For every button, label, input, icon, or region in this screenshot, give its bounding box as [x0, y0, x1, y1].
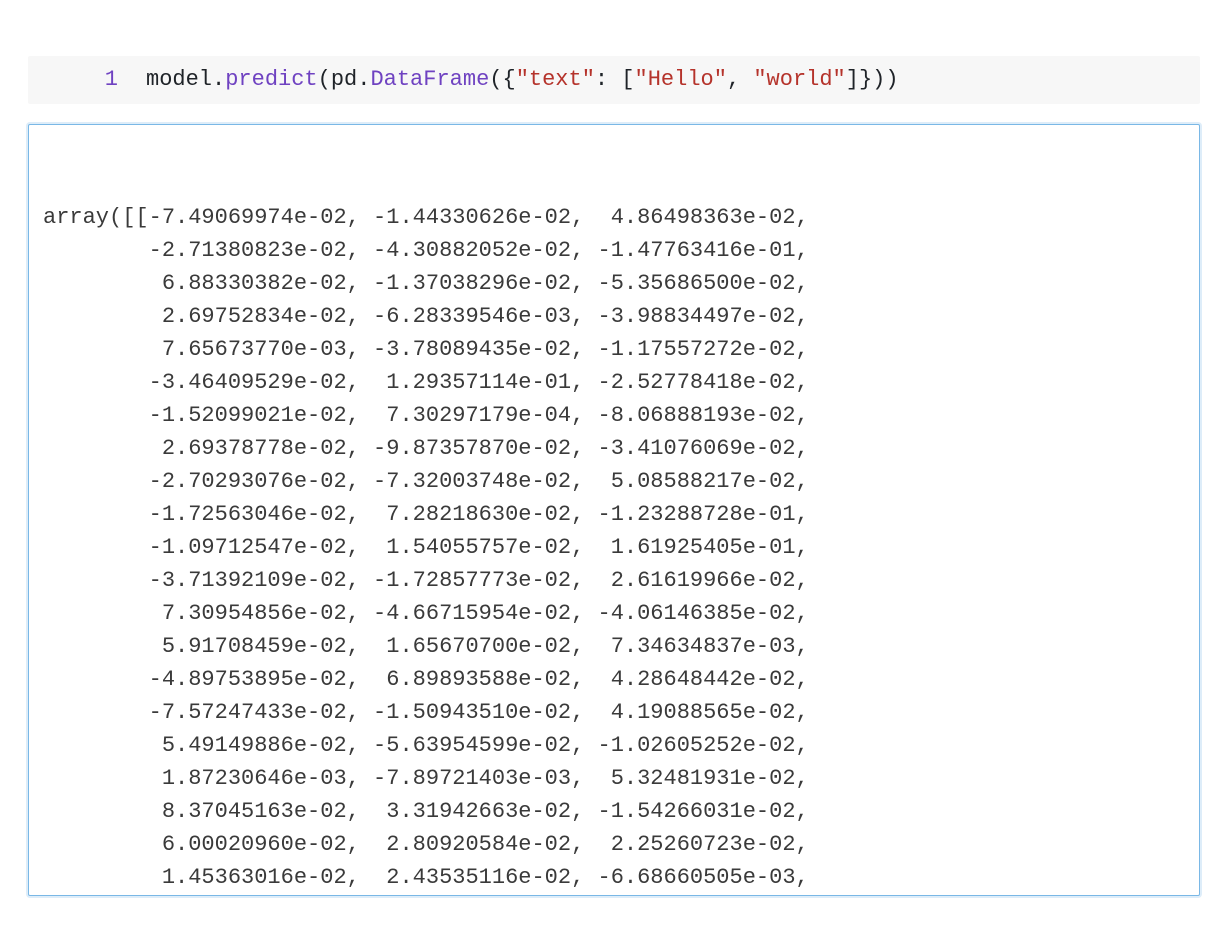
output-line: -1.52099021e-02, 7.30297179e-04, -8.0688… [43, 399, 1185, 432]
code-token: model. [146, 67, 225, 92]
code-token: predict [225, 67, 317, 92]
notebook-page: 1 model.predict(pd.DataFrame({"text": ["… [0, 0, 1228, 920]
output-line: -4.89753895e-02, 6.89893588e-02, 4.28648… [43, 663, 1185, 696]
output-line: 5.91708459e-02, 1.65670700e-02, 7.346348… [43, 630, 1185, 663]
code-token: ) [872, 67, 885, 92]
output-line: 7.30954856e-02, -4.66715954e-02, -4.0614… [43, 597, 1185, 630]
output-line: -3.46409529e-02, 1.29357114e-01, -2.5277… [43, 366, 1185, 399]
code-cell[interactable]: 1 model.predict(pd.DataFrame({"text": ["… [28, 56, 1200, 104]
code-token: ] [846, 67, 859, 92]
output-line: 2.69752834e-02, -6.28339546e-03, -3.9883… [43, 300, 1185, 333]
code-token: "world" [753, 67, 845, 92]
code-line[interactable]: model.predict(pd.DataFrame({"text": ["He… [146, 64, 899, 96]
code-token: pd. [331, 67, 371, 92]
output-line: -2.70293076e-02, -7.32003748e-02, 5.0858… [43, 465, 1185, 498]
output-cell[interactable]: array([[-7.49069974e-02, -1.44330626e-02… [28, 124, 1200, 896]
code-token: ) [885, 67, 898, 92]
line-number: 1 [28, 64, 146, 96]
output-line: 1.45363016e-02, 2.43535116e-02, -6.68660… [43, 861, 1185, 894]
output-line: 1.87230646e-03, -7.89721403e-03, 5.32481… [43, 762, 1185, 795]
code-token: : [ [595, 67, 635, 92]
output-line: 5.49149886e-02, -5.63954599e-02, -1.0260… [43, 729, 1185, 762]
code-token: DataFrame [370, 67, 489, 92]
output-line: -7.57247433e-02, -1.50943510e-02, 4.1908… [43, 696, 1185, 729]
code-token: ( [318, 67, 331, 92]
code-token: } [859, 67, 872, 92]
output-line: 7.65673770e-03, -3.78089435e-02, -1.1755… [43, 333, 1185, 366]
resize-grip-icon[interactable] [1179, 875, 1197, 893]
output-line: -1.72563046e-02, 7.28218630e-02, -1.2328… [43, 498, 1185, 531]
output-line: array([[-7.49069974e-02, -1.44330626e-02… [43, 201, 1185, 234]
output-line: -3.71392109e-02, -1.72857773e-02, 2.6161… [43, 564, 1185, 597]
output-line: 6.00020960e-02, 2.80920584e-02, 2.252607… [43, 828, 1185, 861]
output-line: 2.69378778e-02, -9.87357870e-02, -3.4107… [43, 432, 1185, 465]
code-token: { [502, 67, 515, 92]
output-line: 6.88330382e-02, -1.37038296e-02, -5.3568… [43, 267, 1185, 300]
code-token: , [727, 67, 753, 92]
code-token: "text" [516, 67, 595, 92]
output-line: 8.37045163e-02, 3.31942663e-02, -1.54266… [43, 795, 1185, 828]
output-line: -2.71380823e-02, -4.30882052e-02, -1.477… [43, 234, 1185, 267]
code-token: ( [489, 67, 502, 92]
code-token: "Hello" [635, 67, 727, 92]
output-line: -1.09712547e-02, 1.54055757e-02, 1.61925… [43, 531, 1185, 564]
